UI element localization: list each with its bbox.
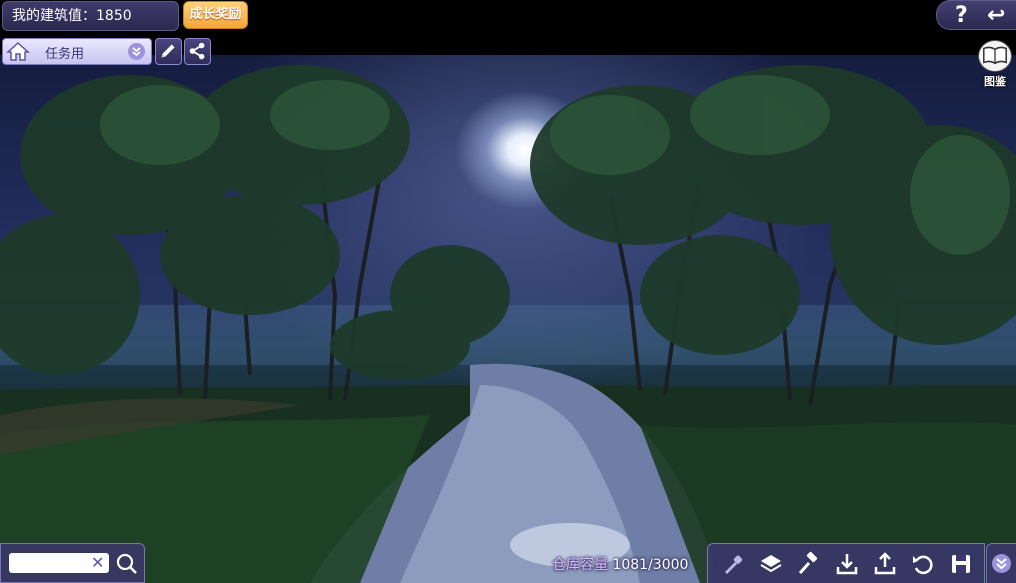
book-icon [978,40,1012,72]
chevron-down-icon [992,554,1011,573]
growth-reward-button[interactable]: 成长奖励 [183,1,248,29]
storage-label: 仓库容量 [552,557,608,573]
help-back-panel: ? ↩ [936,0,1016,30]
search-icon[interactable] [115,552,139,576]
pencil-icon [161,44,175,58]
night-forest-scene [0,65,1016,583]
mode-label: 任务用 [45,47,85,62]
edit-button[interactable] [155,38,182,65]
help-icon[interactable]: ? [955,3,968,28]
collapse-toolbar-button[interactable] [986,543,1016,583]
back-icon[interactable]: ↩ [987,3,1005,28]
atlas-label: 图鉴 [984,75,1006,88]
upload-icon[interactable] [872,551,898,577]
pipette-icon[interactable] [720,551,746,577]
build-toolbar [707,543,985,583]
home-icon[interactable] [6,41,30,62]
storage-value: 1081/3000 [612,557,689,573]
mode-selector[interactable]: 任务用 [2,38,152,65]
undo-icon[interactable] [910,551,936,577]
layers-icon[interactable] [758,551,784,577]
share-icon [189,42,205,60]
building-score-display: 我的建筑值：1850 [2,1,179,31]
close-icon[interactable]: ✕ [91,553,107,573]
storage-capacity: 仓库容量 1081/3000 [552,554,688,574]
save-icon[interactable] [948,551,974,577]
game-viewport[interactable] [0,55,1016,583]
download-icon[interactable] [834,551,860,577]
hammer-icon[interactable] [796,551,822,577]
share-button[interactable] [184,38,211,65]
atlas-button[interactable]: 图鉴 [978,40,1012,88]
chevron-down-icon[interactable] [128,43,145,60]
search-panel: ✕ [0,543,145,583]
